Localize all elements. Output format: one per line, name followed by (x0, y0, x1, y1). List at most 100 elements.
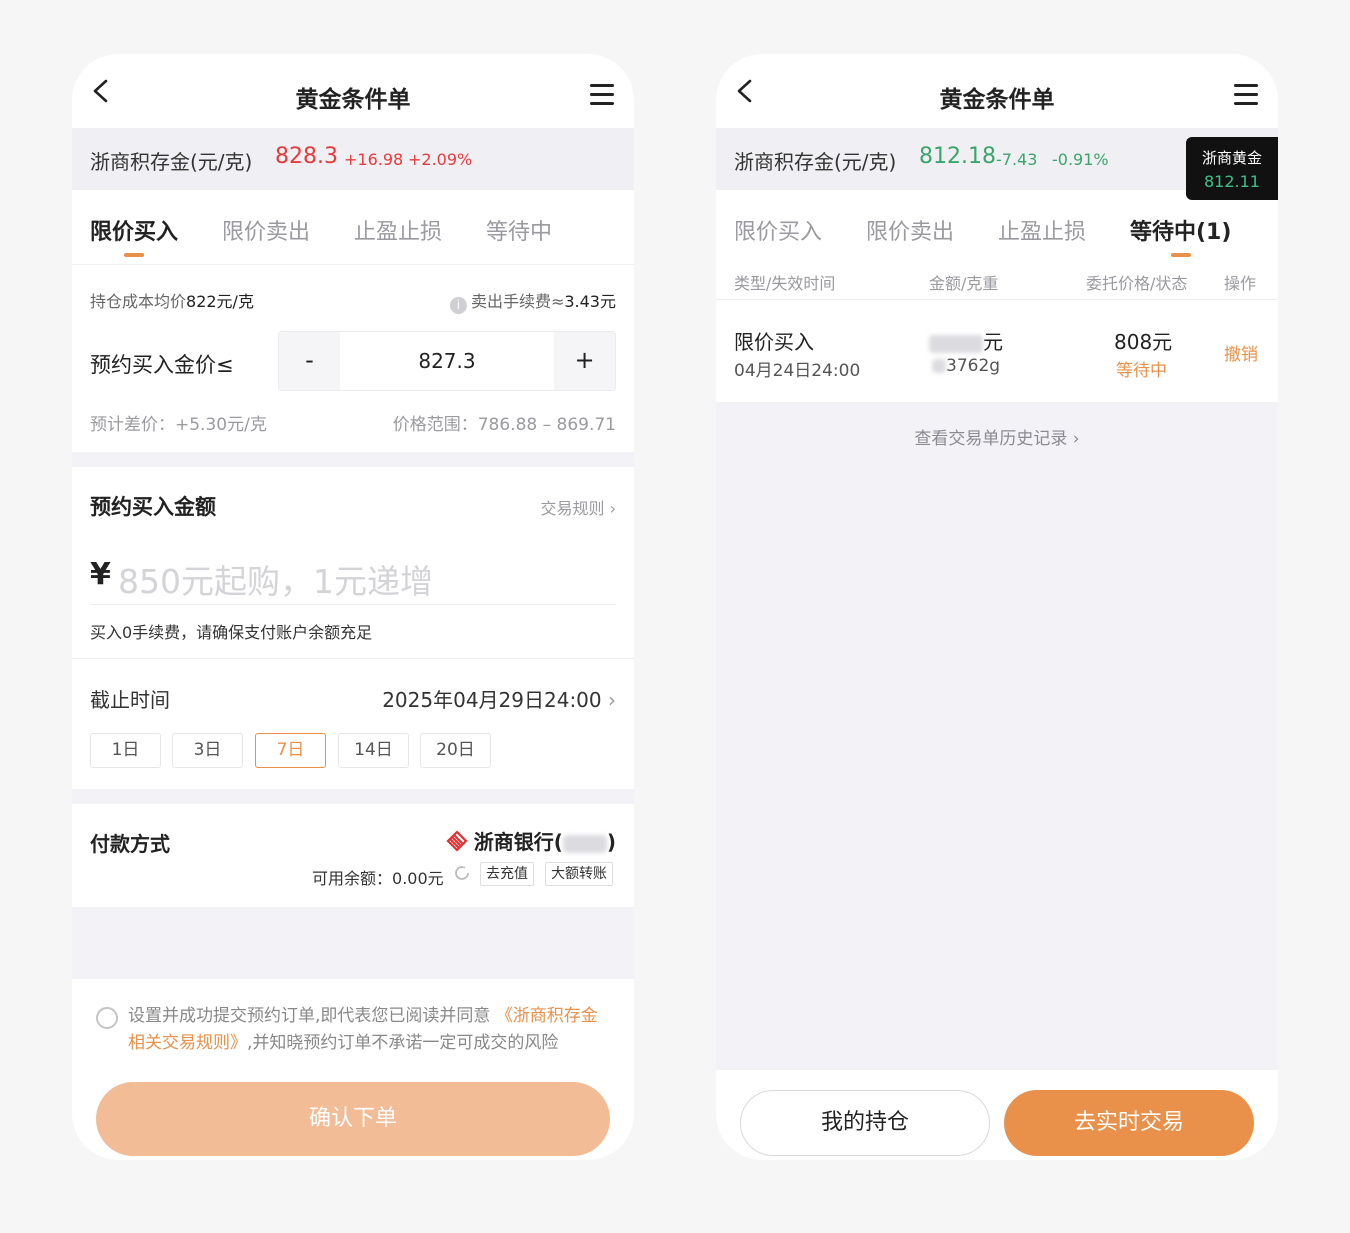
ticker-change-pct: -0.91% (1052, 150, 1109, 169)
amount-input[interactable]: 850元起购，1元递增 (118, 555, 433, 603)
currency-symbol: ¥ (90, 557, 111, 592)
info-icon[interactable]: i (449, 297, 467, 314)
agreement-text: 设置并成功提交预约订单,即代表您已阅读并同意 《浙商积存金相关交易规则》,并知晓… (128, 1003, 612, 1057)
price-card: 持仓成本均价822元/克 i 卖出手续费≈3.43元 预约买入金价≤ - 827.… (72, 264, 634, 452)
price-range: 价格范围：786.88 – 869.71 (392, 415, 616, 435)
bank-suffix: ) (606, 830, 616, 854)
tab-limit-sell[interactable]: 限价卖出 (866, 214, 954, 246)
realtime-trade-button[interactable]: 去实时交易 (1004, 1090, 1254, 1156)
amount-card: 预约买入金额 交易规则 › ¥ 850元起购，1元递增 买入0手续费，请确保支付… (72, 467, 634, 789)
bank-name: 浙商银行( (473, 830, 563, 854)
payment-card: 付款方式 浙商银行() 可用余额：0.00元 去充值 大额转账 (72, 804, 634, 907)
order-tabs: 限价买入 限价卖出 止盈止损 等待中 (72, 190, 634, 264)
ticker-change: +16.98 (344, 150, 404, 169)
my-positions-button[interactable]: 我的持仓 (740, 1090, 990, 1156)
history-link[interactable]: 查看交易单历史记录 › (716, 424, 1278, 449)
footer: 设置并成功提交预约订单,即代表您已阅读并同意 《浙商积存金相关交易规则》,并知晓… (72, 979, 634, 1160)
ticker-change-pct: +2.09% (408, 150, 473, 169)
duration-chip-3d[interactable]: 3日 (172, 733, 243, 768)
balance-value: 0.00元 (392, 869, 444, 888)
ticker-name: 浙商积存金(元/克) (90, 150, 253, 174)
phone-screen-pending-orders: 黄金条件单 浙商积存金(元/克) 812.18 -7.43 -0.91% 限价买… (716, 54, 1278, 1160)
ticker-price: 828.3 (275, 144, 338, 169)
chevron-right-icon: › (1067, 429, 1080, 449)
agreement-text-1: 设置并成功提交预约订单,即代表您已阅读并同意 (128, 1006, 491, 1026)
decrease-button[interactable]: - (279, 332, 340, 390)
tab-limit-sell[interactable]: 限价卖出 (222, 214, 310, 246)
ticker-name: 浙商积存金(元/克) (734, 150, 897, 174)
col-price-status: 委托价格/状态 (1086, 274, 1188, 293)
history-label: 查看交易单历史记录 (914, 429, 1068, 449)
ticker-change: -7.43 (996, 150, 1038, 169)
duration-chip-7d[interactable]: 7日 (255, 733, 326, 768)
order-price: 808元 (1114, 330, 1173, 354)
cancel-order-button[interactable]: 撤销 (1224, 340, 1258, 365)
cost-value: 822元/克 (186, 292, 254, 311)
agreement-text-2: ,并知晓预约订单不承诺一定可成交的风险 (247, 1033, 559, 1053)
weight-value: 3762g (946, 356, 1001, 376)
col-amount-weight: 金额/克重 (929, 274, 999, 293)
chevron-right-icon: › (604, 499, 616, 518)
bank-logo-icon (446, 830, 468, 852)
bank-selector[interactable]: 浙商银行() (446, 826, 616, 855)
duration-chip-14d[interactable]: 14日 (338, 733, 409, 768)
fee-note: 买入0手续费，请确保支付账户余额充足 (90, 623, 373, 642)
phone-screen-limit-buy: 黄金条件单 浙商积存金(元/克) 828.3 +16.98 +2.09% 限价买… (72, 54, 634, 1160)
masked-amount (929, 334, 983, 353)
order-status: 等待中 (1116, 361, 1167, 381)
price-stepper: - 827.3 + (278, 331, 616, 391)
tab-limit-buy[interactable]: 限价买入 (734, 214, 822, 246)
recharge-button[interactable]: 去充值 (480, 862, 534, 886)
order-weight: 3762g (932, 356, 1000, 376)
large-transfer-button[interactable]: 大额转账 (545, 862, 613, 886)
tooltip-value: 812.11 (1204, 172, 1260, 191)
amount-unit: 元 (983, 330, 1003, 354)
payment-label: 付款方式 (90, 832, 170, 856)
nav-bar: 黄金条件单 (72, 54, 634, 128)
table-header: 类型/失效时间 金额/克重 委托价格/状态 操作 (716, 264, 1278, 300)
duration-chip-1d[interactable]: 1日 (90, 733, 161, 768)
divider (72, 658, 634, 659)
balance: 可用余额：0.00元 (312, 865, 444, 889)
agreement-checkbox[interactable] (96, 1007, 118, 1029)
deadline-picker[interactable]: 2025年04月29日24:00 › (382, 684, 616, 713)
price-ticker: 浙商积存金(元/克) 828.3 +16.98 +2.09% (72, 128, 634, 190)
tab-pending[interactable]: 等待中(1) (1130, 214, 1231, 257)
fee-value: 3.43元 (564, 292, 616, 311)
fee-label: 卖出手续费≈ (470, 292, 565, 311)
masked-weight (932, 359, 946, 373)
trading-rules-link[interactable]: 交易规则 › (541, 495, 617, 519)
confirm-order-button[interactable]: 确认下单 (96, 1082, 610, 1156)
table-row: 限价买入 04月24日24:00 元 3762g 808元 等待中 撤销 (716, 300, 1278, 402)
order-expire: 04月24日24:00 (734, 361, 861, 381)
refresh-icon[interactable] (453, 864, 471, 882)
ticker-price: 812.18 (919, 144, 996, 169)
price-input[interactable]: 827.3 (340, 332, 554, 390)
page-title: 黄金条件单 (939, 87, 1055, 113)
page-title: 黄金条件单 (295, 87, 411, 113)
trading-rules-label: 交易规则 (540, 499, 605, 518)
nav-bar: 黄金条件单 (716, 54, 1278, 128)
amount-title: 预约买入金额 (90, 495, 216, 519)
cost-label: 持仓成本均价 (90, 292, 187, 311)
divider (90, 604, 616, 605)
balance-label: 可用余额： (312, 869, 393, 888)
bottom-action-bar: 我的持仓 去实时交易 (716, 1070, 1278, 1160)
order-tabs: 限价买入 限价卖出 止盈止损 等待中(1) (716, 190, 1278, 264)
menu-icon[interactable] (1234, 84, 1258, 106)
duration-chip-20d[interactable]: 20日 (420, 733, 491, 768)
tab-limit-buy[interactable]: 限价买入 (90, 214, 178, 257)
order-type: 限价买入 (734, 330, 814, 354)
tab-pending[interactable]: 等待中 (486, 214, 552, 246)
masked-account-number (562, 834, 607, 853)
expected-diff: 预计差价：+5.30元/克 (90, 415, 267, 435)
increase-button[interactable]: + (554, 332, 615, 390)
order-amount: 元 (929, 326, 1003, 355)
order-price-label: 预约买入金价≤ (90, 353, 234, 377)
col-type-expire: 类型/失效时间 (734, 274, 836, 293)
tab-take-profit-stop-loss[interactable]: 止盈止损 (354, 214, 442, 246)
chevron-right-icon: › (601, 688, 616, 712)
tab-take-profit-stop-loss[interactable]: 止盈止损 (998, 214, 1086, 246)
tooltip-title: 浙商黄金 (1201, 149, 1262, 167)
menu-icon[interactable] (590, 84, 614, 106)
